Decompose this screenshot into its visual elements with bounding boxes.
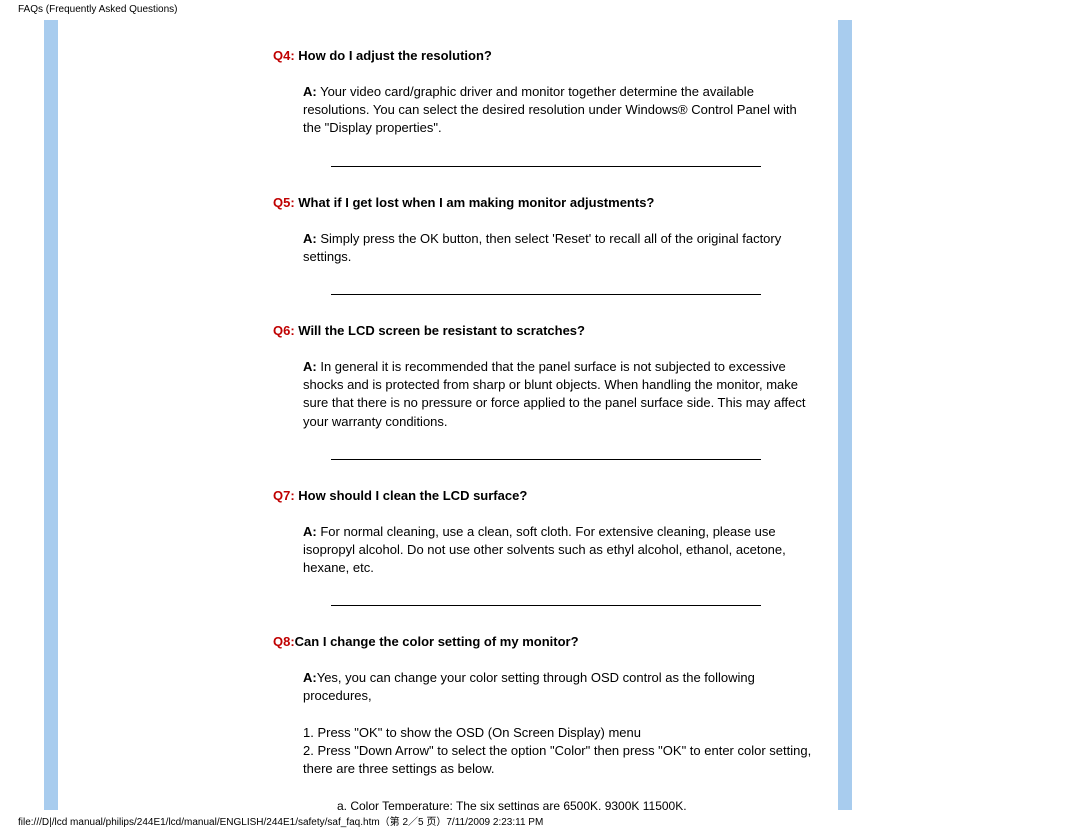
right-decorative-bar	[838, 20, 852, 810]
left-decorative-bar	[44, 20, 58, 810]
footer-filepath: file:///D|/lcd manual/philips/244E1/lcd/…	[18, 813, 543, 828]
faq-alabel: A:	[303, 524, 317, 539]
faq-qtext: Will the LCD screen be resistant to scra…	[295, 323, 585, 338]
separator	[331, 294, 761, 295]
faq-answer: A:Yes, you can change your color setting…	[273, 669, 818, 705]
faq-sub-a: a. Color Temperature; The six settings a…	[337, 798, 818, 810]
faq-question: Q4: How do I adjust the resolution?	[273, 48, 818, 63]
page-header-title: FAQs (Frequently Asked Questions)	[18, 4, 178, 15]
faq-atext: Simply press the OK button, then select …	[303, 231, 781, 264]
faq-atext: Yes, you can change your color setting t…	[303, 670, 755, 703]
faq-item-q7: Q7: How should I clean the LCD surface? …	[273, 488, 818, 607]
faq-qnum: Q4:	[273, 48, 295, 63]
faq-answer: A: Your video card/graphic driver and mo…	[273, 83, 818, 138]
faq-qtext: How should I clean the LCD surface?	[295, 488, 528, 503]
faq-step-1: 1. Press "OK" to show the OSD (On Screen…	[303, 724, 818, 742]
faq-question: Q7: How should I clean the LCD surface?	[273, 488, 818, 503]
faq-qnum: Q8:	[273, 634, 295, 649]
faq-answer: A: Simply press the OK button, then sele…	[273, 230, 818, 266]
faq-qnum: Q6:	[273, 323, 295, 338]
faq-item-q8: Q8:Can I change the color setting of my …	[273, 634, 818, 810]
separator	[331, 459, 761, 460]
faq-atext: For normal cleaning, use a clean, soft c…	[303, 524, 786, 575]
faq-question: Q5: What if I get lost when I am making …	[273, 195, 818, 210]
faq-alabel: A:	[303, 231, 317, 246]
faq-atext: Your video card/graphic driver and monit…	[303, 84, 797, 135]
faq-item-q4: Q4: How do I adjust the resolution? A: Y…	[273, 48, 818, 167]
separator	[331, 166, 761, 167]
faq-alabel: A:	[303, 670, 317, 685]
faq-qnum: Q7:	[273, 488, 295, 503]
faq-question: Q8:Can I change the color setting of my …	[273, 634, 818, 649]
faq-qtext: What if I get lost when I am making moni…	[295, 195, 655, 210]
faq-answer: A: In general it is recommended that the…	[273, 358, 818, 431]
separator	[331, 605, 761, 606]
faq-qtext: How do I adjust the resolution?	[295, 48, 492, 63]
faq-sub-items: a. Color Temperature; The six settings a…	[273, 798, 818, 810]
faq-alabel: A:	[303, 84, 317, 99]
faq-alabel: A:	[303, 359, 317, 374]
faq-steps: 1. Press "OK" to show the OSD (On Screen…	[273, 724, 818, 779]
faq-question: Q6: Will the LCD screen be resistant to …	[273, 323, 818, 338]
faq-step-2: 2. Press "Down Arrow" to select the opti…	[303, 742, 818, 778]
faq-item-q5: Q5: What if I get lost when I am making …	[273, 195, 818, 295]
faq-qtext: Can I change the color setting of my mon…	[295, 634, 579, 649]
faq-item-q6: Q6: Will the LCD screen be resistant to …	[273, 323, 818, 460]
faq-qnum: Q5:	[273, 195, 295, 210]
faq-atext: In general it is recommended that the pa…	[303, 359, 805, 429]
content-area: Q4: How do I adjust the resolution? A: Y…	[58, 20, 838, 810]
faq-answer: A: For normal cleaning, use a clean, sof…	[273, 523, 818, 578]
